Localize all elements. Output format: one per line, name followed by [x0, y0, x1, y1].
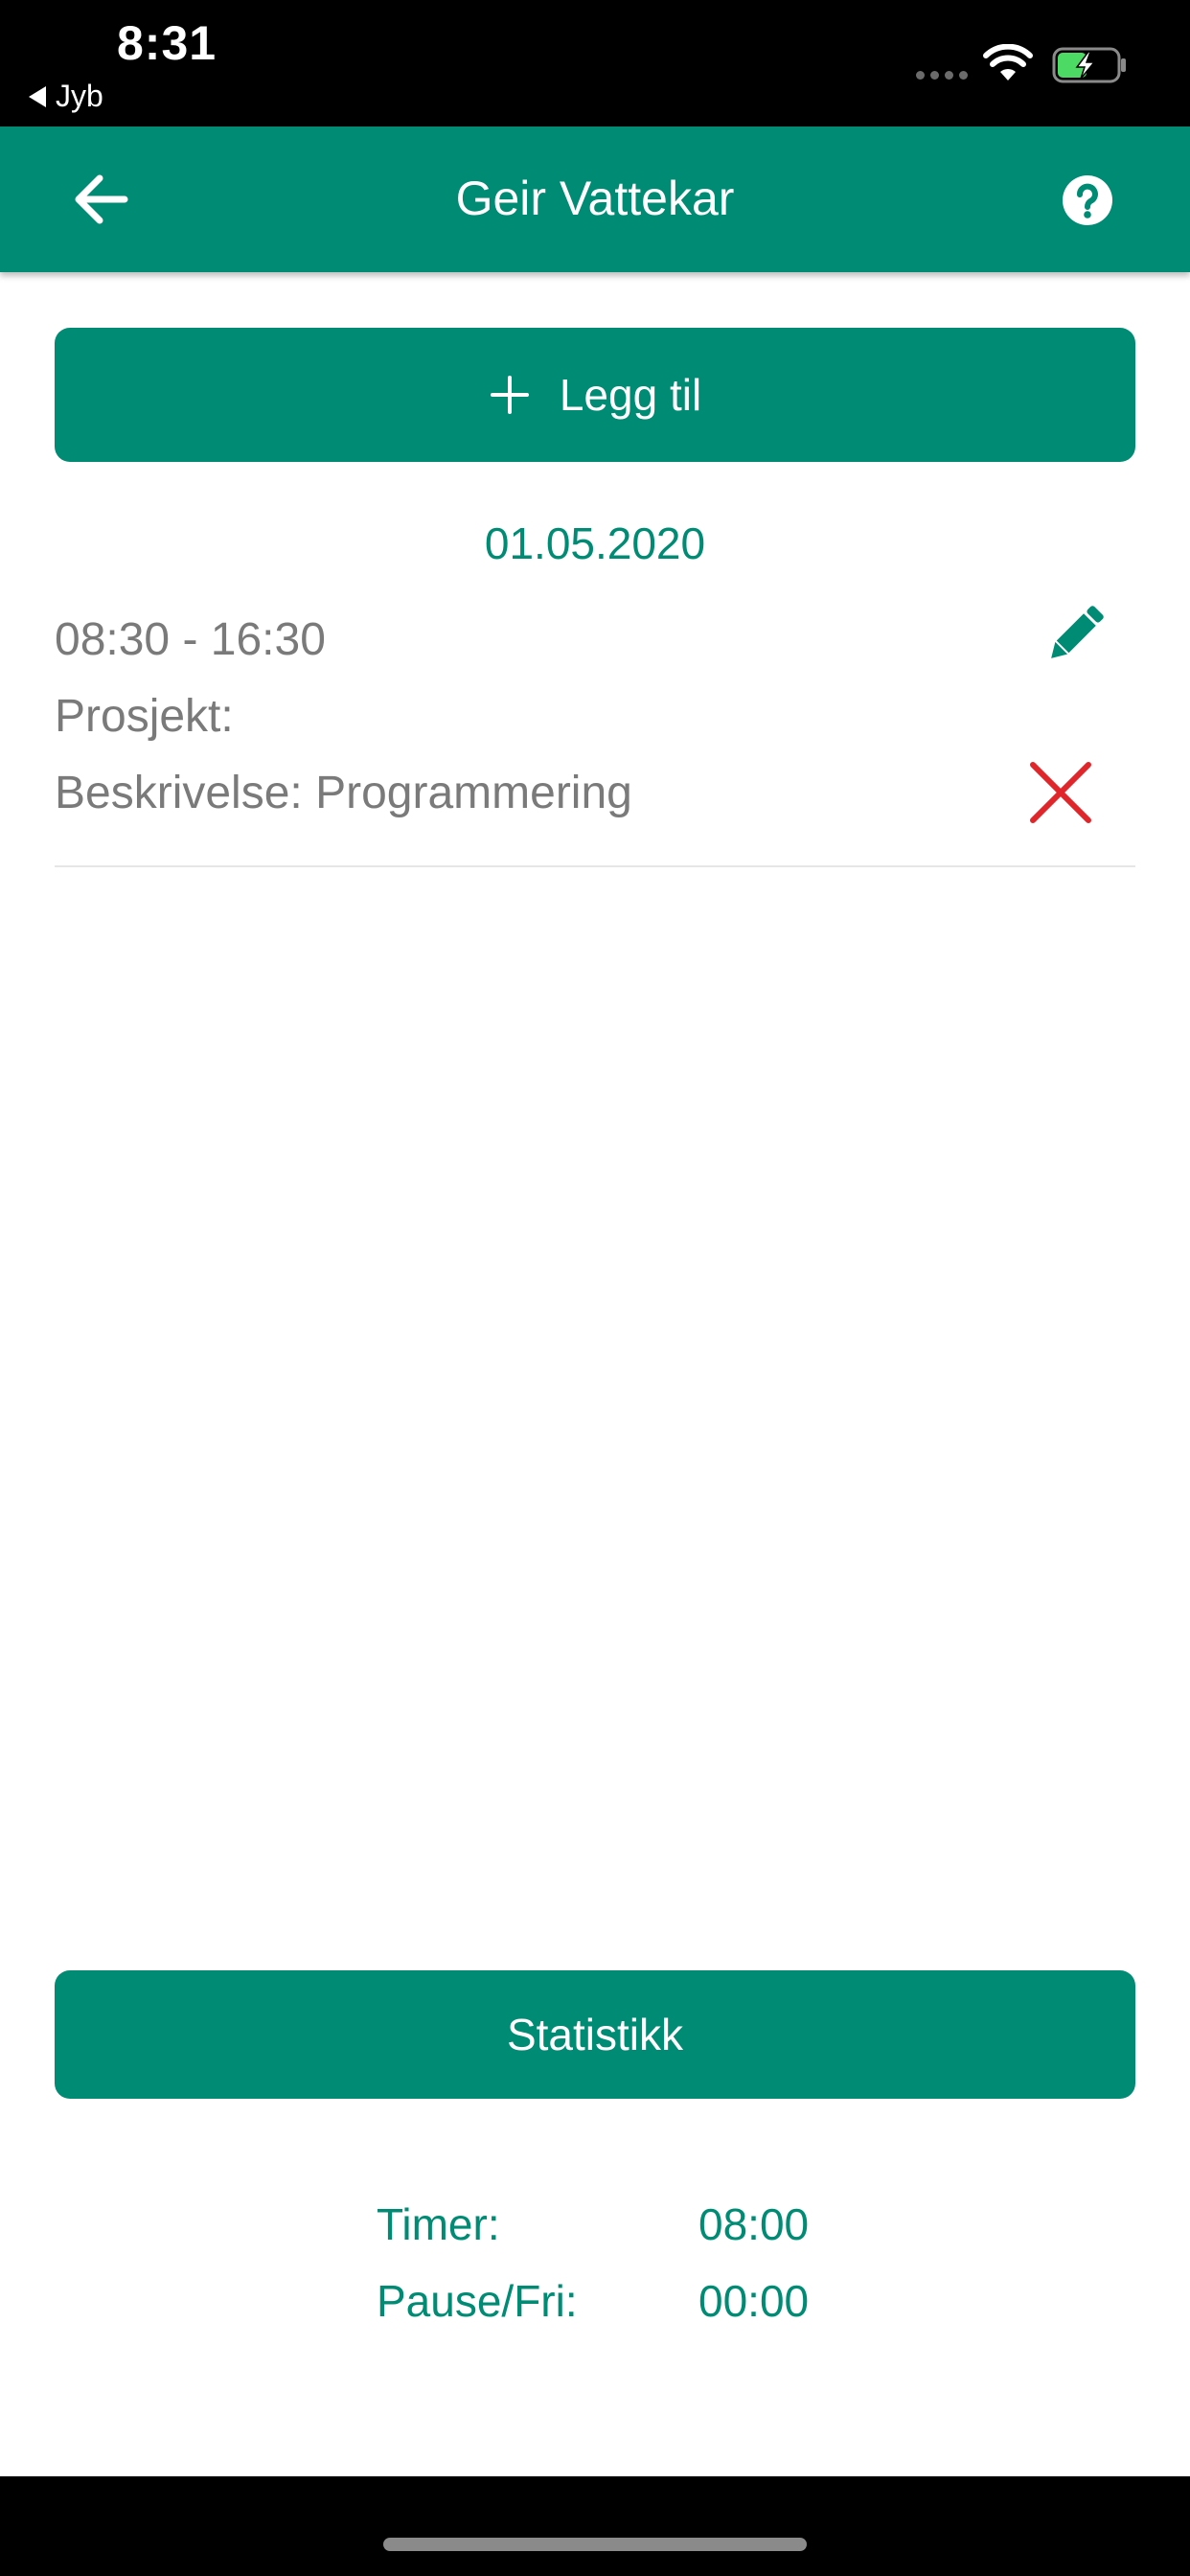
screen: 8:31 Jyb Geir Vattekar Legg til 01.05.20… — [0, 0, 1190, 2576]
question-circle-icon[interactable] — [1062, 174, 1113, 226]
plus-icon — [490, 376, 529, 414]
status-time: 8:31 — [117, 16, 217, 70]
home-indicator[interactable] — [383, 2538, 807, 2551]
page-title: Geir Vattekar — [455, 172, 735, 225]
entry-time-range: 08:30 - 16:30 — [55, 614, 326, 665]
pause-label: Pause/Fri: — [377, 2276, 578, 2326]
pause-value: 00:00 — [698, 2276, 810, 2326]
close-icon[interactable] — [1027, 759, 1094, 826]
home-bar — [0, 2476, 1190, 2576]
entry-date: 01.05.2020 — [484, 518, 706, 568]
app-bar: Geir Vattekar — [0, 126, 1190, 272]
wifi-icon — [983, 44, 1033, 80]
add-entry-button[interactable]: Legg til — [55, 328, 1135, 462]
statistics-label: Statistikk — [506, 2010, 684, 2059]
hours-value: 08:00 — [698, 2199, 810, 2249]
battery-charging-icon — [1052, 47, 1126, 83]
pencil-icon[interactable] — [1039, 594, 1115, 671]
entry-project: Prosjekt: — [55, 691, 234, 742]
entry-description: Beskrivelse: Programmering — [55, 768, 632, 818]
signal-icon — [916, 71, 968, 80]
add-entry-label: Legg til — [559, 370, 702, 420]
status-back-label: Jyb — [56, 79, 103, 113]
statistics-button[interactable]: Statistikk — [55, 1970, 1135, 2099]
status-back-to-app[interactable]: Jyb — [29, 79, 103, 114]
hours-label: Timer: — [377, 2199, 500, 2249]
entry-divider — [55, 865, 1135, 867]
status-bar: 8:31 Jyb — [0, 0, 1190, 126]
back-triangle-icon — [29, 85, 46, 107]
